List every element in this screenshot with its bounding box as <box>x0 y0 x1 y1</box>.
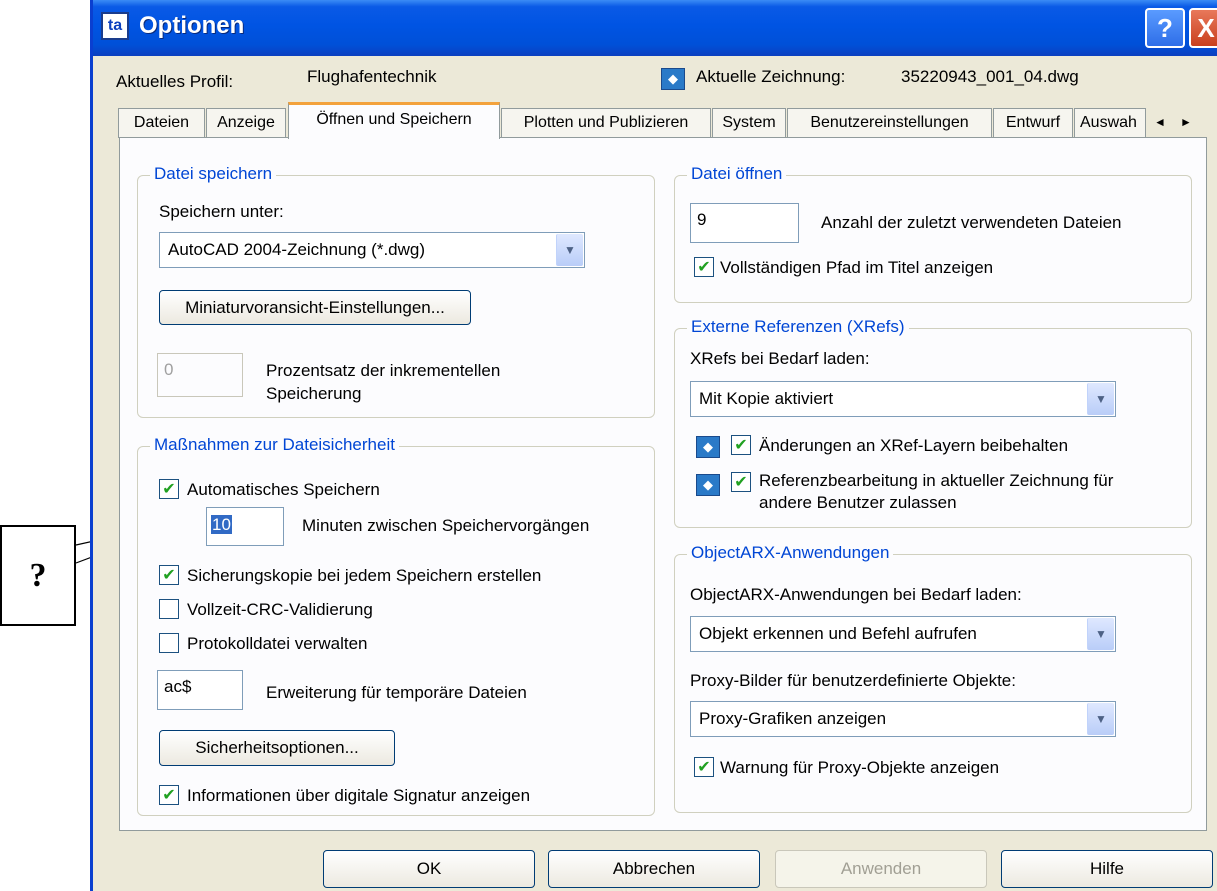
group-objectarx: ObjectARX-Anwendungen ObjectARX-Anwendun… <box>674 543 1192 813</box>
xrefs-legend: Externe Referenzen (XRefs) <box>687 317 909 337</box>
title-bar[interactable]: ta Optionen ? X <box>93 0 1217 56</box>
xref-retain-label: Änderungen an XRef-Layern beibehalten <box>759 436 1069 455</box>
thumbnail-settings-button[interactable]: Miniaturvoransicht-Einstellungen... <box>159 290 471 325</box>
tab-anzeige[interactable]: Anzeige <box>206 108 286 138</box>
proxy-warning-label: Warnung für Proxy-Objekte anzeigen <box>720 758 1000 777</box>
xref-retain-checkbox[interactable]: ✔ <box>731 435 751 455</box>
logfile-label: Protokolldatei verwalten <box>187 634 368 653</box>
crc-checkbox[interactable] <box>159 599 179 619</box>
save-legend: Datei speichern <box>150 164 277 184</box>
tab-plotten[interactable]: Plotten und Publizieren <box>501 108 711 138</box>
open-legend: Datei öffnen <box>687 164 787 184</box>
drawing-setting-icon: ◆ <box>696 436 720 458</box>
recent-files-label: Anzahl der zuletzt verwendeten Dateien <box>821 213 1122 232</box>
arx-load-label: ObjectARX-Anwendungen bei Bedarf laden: <box>690 585 1022 604</box>
arx-load-select[interactable]: Objekt erkennen und Befehl aufrufen ▼ <box>690 616 1116 652</box>
xrefs-load-label: XRefs bei Bedarf laden: <box>690 349 870 368</box>
backup-label: Sicherungskopie bei jedem Speichern erst… <box>187 566 542 585</box>
tab-scroll-right-icon[interactable]: ► <box>1174 110 1198 134</box>
proxy-warning-checkbox[interactable]: ✔ <box>694 757 714 777</box>
ok-button[interactable]: OK <box>323 850 535 888</box>
tab-scroll-left-icon[interactable]: ◄ <box>1148 110 1172 134</box>
save-as-label: Speichern unter: <box>159 202 284 221</box>
crc-label: Vollzeit-CRC-Validierung <box>187 600 373 619</box>
autosave-minutes-input[interactable]: 10 <box>206 507 284 546</box>
tab-auswahl[interactable]: Auswah <box>1074 108 1146 138</box>
backup-checkbox[interactable]: ✔ <box>159 565 179 585</box>
help-title-button[interactable]: ? <box>1145 8 1185 48</box>
signature-label: Informationen über digitale Signatur anz… <box>187 786 531 805</box>
group-file-safety: Maßnahmen zur Dateisicherheit ✔ Automati… <box>137 435 655 816</box>
profile-label: Aktuelles Profil: <box>116 72 234 91</box>
autosave-label: Automatisches Speichern <box>187 480 380 499</box>
xrefs-load-value: Mit Kopie aktiviert <box>699 389 834 408</box>
chevron-down-icon[interactable]: ▼ <box>556 234 583 266</box>
temp-extension-input[interactable]: ac$ <box>157 670 243 710</box>
temp-extension-label: Erweiterung für temporäre Dateien <box>266 683 527 702</box>
arx-legend: ObjectARX-Anwendungen <box>687 543 894 563</box>
signature-checkbox[interactable]: ✔ <box>159 785 179 805</box>
proxy-value: Proxy-Grafiken anzeigen <box>699 709 887 728</box>
profile-value: Flughafentechnik <box>307 67 437 86</box>
tab-oeffnen-speichern[interactable]: Öffnen und Speichern <box>288 102 500 139</box>
tab-panel: Datei speichern Speichern unter: AutoCAD… <box>119 137 1207 831</box>
drawing-value: 35220943_001_04.dwg <box>901 67 1079 86</box>
chevron-down-icon[interactable]: ▼ <box>1087 383 1114 415</box>
safety-legend: Maßnahmen zur Dateisicherheit <box>150 435 399 455</box>
security-options-button[interactable]: Sicherheitsoptionen... <box>159 730 395 766</box>
group-save: Datei speichern Speichern unter: AutoCAD… <box>137 164 655 418</box>
incremental-save-input[interactable]: 0 <box>157 353 243 397</box>
autosave-checkbox[interactable]: ✔ <box>159 479 179 499</box>
xref-edit-label-2: andere Benutzer zulassen <box>759 493 957 512</box>
autosave-minutes-label: Minuten zwischen Speichervorgängen <box>302 516 590 535</box>
chevron-down-icon[interactable]: ▼ <box>1087 618 1114 650</box>
window-title: Optionen <box>139 12 245 39</box>
xref-edit-label-1: Referenzbearbeitung in aktueller Zeichnu… <box>759 471 1114 490</box>
drawing-setting-icon: ◆ <box>696 474 720 496</box>
tab-entwurf[interactable]: Entwurf <box>993 108 1073 138</box>
arx-load-value: Objekt erkennen und Befehl aufrufen <box>699 624 977 643</box>
recent-files-input[interactable]: 9 <box>690 203 799 243</box>
help-button[interactable]: Hilfe <box>1001 850 1213 888</box>
tab-system[interactable]: System <box>712 108 786 138</box>
close-button[interactable]: X <box>1189 8 1217 48</box>
proxy-select[interactable]: Proxy-Grafiken anzeigen ▼ <box>690 701 1116 737</box>
save-as-value: AutoCAD 2004-Zeichnung (*.dwg) <box>168 240 426 259</box>
apply-button[interactable]: Anwenden <box>775 850 987 888</box>
cancel-button[interactable]: Abbrechen <box>548 850 760 888</box>
incremental-label-2: Speicherung <box>266 384 362 403</box>
options-dialog: ta Optionen ? X Aktuelles Profil: Flugha… <box>90 0 1217 891</box>
drawing-label: Aktuelle Zeichnung: <box>696 67 846 86</box>
xref-edit-checkbox[interactable]: ✔ <box>731 472 751 492</box>
group-xrefs: Externe Referenzen (XRefs) XRefs bei Bed… <box>674 317 1192 528</box>
autosave-minutes-value: 10 <box>211 515 232 534</box>
proxy-label: Proxy-Bilder für benutzerdefinierte Obje… <box>690 671 1016 690</box>
xrefs-load-select[interactable]: Mit Kopie aktiviert ▼ <box>690 381 1116 417</box>
logfile-checkbox[interactable] <box>159 633 179 653</box>
drawing-icon: ◆ <box>661 68 685 90</box>
chevron-down-icon[interactable]: ▼ <box>1087 703 1114 735</box>
app-icon: ta <box>101 12 129 40</box>
tab-benutzereinstellungen[interactable]: Benutzereinstellungen <box>787 108 992 138</box>
group-open: Datei öffnen 9 Anzahl der zuletzt verwen… <box>674 164 1192 303</box>
fullpath-checkbox[interactable]: ✔ <box>694 257 714 277</box>
fullpath-label: Vollständigen Pfad im Titel anzeigen <box>720 258 994 277</box>
save-as-select[interactable]: AutoCAD 2004-Zeichnung (*.dwg) ▼ <box>159 232 585 268</box>
incremental-label-1: Prozentsatz der inkrementellen <box>266 361 501 380</box>
tab-dateien[interactable]: Dateien <box>118 108 205 138</box>
